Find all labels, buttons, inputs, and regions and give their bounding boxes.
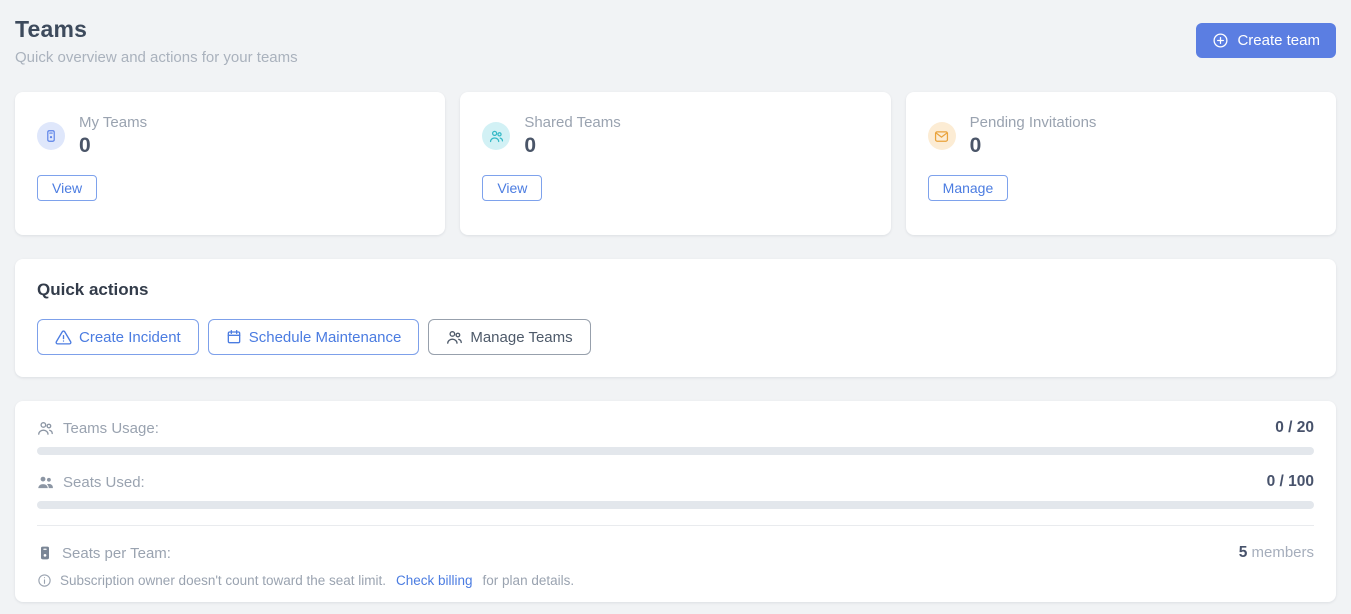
seat-limit-note: Subscription owner doesn't count toward … bbox=[37, 573, 1314, 588]
users-icon bbox=[482, 122, 510, 150]
note-text-after: for plan details. bbox=[483, 573, 575, 588]
seats-used-row: Seats Used: 0 / 100 bbox=[37, 473, 1314, 491]
teams-usage-value: 0 / 20 bbox=[1275, 419, 1314, 437]
page-title: Teams bbox=[15, 16, 298, 43]
schedule-maintenance-button[interactable]: Schedule Maintenance bbox=[208, 319, 420, 355]
schedule-maintenance-label: Schedule Maintenance bbox=[249, 329, 402, 346]
users-icon bbox=[446, 329, 463, 346]
warning-icon bbox=[55, 329, 72, 346]
create-team-button[interactable]: Create team bbox=[1196, 23, 1336, 58]
view-my-teams-button[interactable]: View bbox=[37, 175, 97, 201]
check-billing-link[interactable]: Check billing bbox=[396, 573, 473, 588]
users-filled-icon bbox=[37, 474, 54, 491]
manage-teams-label: Manage Teams bbox=[470, 329, 572, 346]
plus-circle-icon bbox=[1212, 32, 1229, 49]
teams-usage-progressbar bbox=[37, 447, 1314, 455]
seats-used-progressbar bbox=[37, 501, 1314, 509]
usage-panel: Teams Usage: 0 / 20 Seats Used: 0 / 100 bbox=[15, 401, 1336, 602]
seats-per-team-row: Seats per Team: 5 members bbox=[37, 544, 1314, 562]
teams-usage-label: Teams Usage: bbox=[63, 420, 159, 437]
stat-label: My Teams bbox=[79, 114, 147, 131]
id-badge-icon bbox=[37, 122, 65, 150]
page-subtitle: Quick overview and actions for your team… bbox=[15, 49, 298, 66]
pending-invitations-card: Pending Invitations 0 Manage bbox=[906, 92, 1336, 235]
mail-icon bbox=[928, 122, 956, 150]
quick-actions-title: Quick actions bbox=[37, 280, 1314, 300]
create-team-label: Create team bbox=[1237, 32, 1320, 49]
id-badge-filled-icon bbox=[37, 545, 53, 561]
stat-label: Shared Teams bbox=[524, 114, 620, 131]
my-teams-card: My Teams 0 View bbox=[15, 92, 445, 235]
seats-used-value: 0 / 100 bbox=[1267, 473, 1314, 491]
teams-usage-row: Teams Usage: 0 / 20 bbox=[37, 419, 1314, 437]
page-header-text: Teams Quick overview and actions for you… bbox=[15, 16, 298, 66]
usage-divider bbox=[37, 525, 1314, 526]
stat-value: 0 bbox=[524, 134, 620, 158]
stat-value: 0 bbox=[970, 134, 1097, 158]
users-outline-icon bbox=[37, 420, 54, 437]
seats-per-team-label: Seats per Team: bbox=[62, 545, 171, 562]
create-incident-label: Create Incident bbox=[79, 329, 181, 346]
stat-value: 0 bbox=[79, 134, 147, 158]
stat-label: Pending Invitations bbox=[970, 114, 1097, 131]
teams-page: Teams Quick overview and actions for you… bbox=[0, 0, 1351, 614]
seats-used-label: Seats Used: bbox=[63, 474, 145, 491]
calendar-icon bbox=[226, 329, 242, 345]
stats-row: My Teams 0 View Shared Teams 0 View bbox=[15, 92, 1336, 235]
page-header: Teams Quick overview and actions for you… bbox=[15, 16, 1336, 66]
quick-actions-panel: Quick actions Create Incident Schedule M… bbox=[15, 259, 1336, 377]
info-icon bbox=[37, 573, 52, 588]
shared-teams-card: Shared Teams 0 View bbox=[460, 92, 890, 235]
manage-invitations-button[interactable]: Manage bbox=[928, 175, 1009, 201]
seats-per-team-value: 5 members bbox=[1239, 544, 1314, 562]
create-incident-button[interactable]: Create Incident bbox=[37, 319, 199, 355]
note-text-before: Subscription owner doesn't count toward … bbox=[60, 573, 386, 588]
manage-teams-button[interactable]: Manage Teams bbox=[428, 319, 590, 355]
view-shared-teams-button[interactable]: View bbox=[482, 175, 542, 201]
